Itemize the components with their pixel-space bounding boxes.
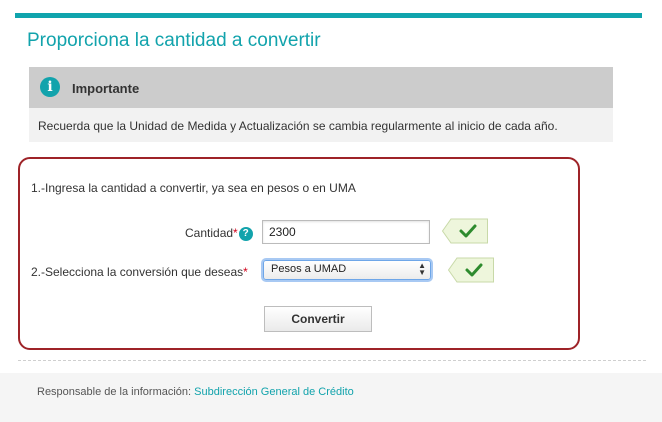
notice-header: i Importante <box>29 67 613 108</box>
help-icon[interactable]: ? <box>238 226 253 241</box>
footer-label: Responsable de la información: <box>37 386 192 398</box>
conversion-form: 1.-Ingresa la cantidad a convertir, ya s… <box>18 157 580 350</box>
conversion-selected-value: Pesos a UMAD <box>271 263 347 275</box>
section-divider <box>18 360 646 361</box>
quantity-input[interactable] <box>262 220 430 244</box>
conversion-select[interactable]: Pesos a UMAD ▲ ▼ <box>263 260 431 280</box>
step2-text: 2.-Selecciona la conversión que deseas <box>31 265 244 279</box>
footer-link[interactable]: Subdirección General de Crédito <box>194 386 354 398</box>
quantity-label-text: Cantidad <box>185 226 234 240</box>
step2-instruction: 2.-Selecciona la conversión que deseas* <box>31 265 248 279</box>
footer: Responsable de la información: Subdirecc… <box>0 373 662 422</box>
footer-text: Responsable de la información: Subdirecc… <box>37 386 354 398</box>
info-icon: i <box>40 77 60 97</box>
required-mark: * <box>243 265 248 279</box>
notice-text: Recuerda que la Unidad de Medida y Actua… <box>38 119 558 133</box>
valid-checkmark-icon <box>442 218 488 244</box>
valid-checkmark-icon <box>448 257 494 283</box>
required-mark: * <box>233 226 238 240</box>
page-title: Proporciona la cantidad a convertir <box>27 30 321 51</box>
top-accent-bar <box>15 13 642 18</box>
select-arrows-icon: ▲ ▼ <box>418 261 426 277</box>
step1-instruction: 1.-Ingresa la cantidad a convertir, ya s… <box>31 181 356 195</box>
important-notice: i Importante Recuerda que la Unidad de M… <box>29 67 613 142</box>
convert-button[interactable]: Convertir <box>264 306 372 332</box>
notice-title: Importante <box>72 81 140 96</box>
quantity-label: Cantidad*? <box>185 226 253 241</box>
